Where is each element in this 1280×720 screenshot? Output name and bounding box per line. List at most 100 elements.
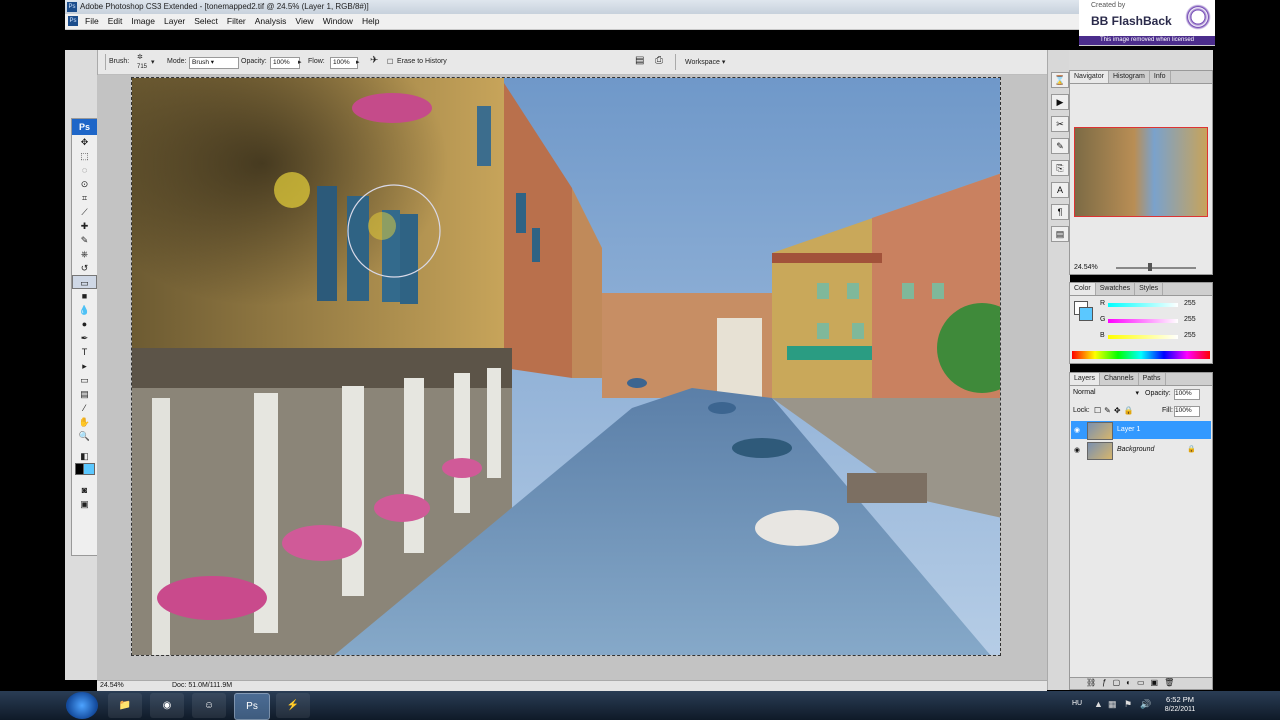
layer-row-background[interactable]: ◉ Background 🔒 (1071, 441, 1211, 460)
navigator-thumbnail[interactable] (1074, 127, 1208, 217)
crop-icon[interactable]: ⌗ (72, 191, 97, 205)
menu-analysis[interactable]: Analysis (255, 16, 287, 26)
eyedropper-icon[interactable]: ⁄ (72, 401, 97, 415)
type-icon[interactable]: T (72, 345, 97, 359)
tab-color[interactable]: Color (1070, 283, 1096, 295)
menu-layer[interactable]: Layer (164, 16, 185, 26)
firefox-taskbar-icon[interactable]: ◉ (150, 693, 184, 718)
menu-image[interactable]: Image (131, 16, 155, 26)
navigator-slider-thumb[interactable] (1148, 263, 1152, 271)
background-color[interactable] (1079, 307, 1093, 321)
zoom-icon[interactable]: 🔍 (72, 429, 97, 443)
brush-icon[interactable]: ✎ (72, 233, 97, 247)
tab-navigator[interactable]: Navigator (1070, 71, 1109, 83)
photoshop-taskbar-icon[interactable]: Ps (234, 693, 270, 720)
color-ramp[interactable] (1072, 351, 1210, 359)
tab-info[interactable]: Info (1150, 71, 1171, 83)
path-select-icon[interactable]: ▸ (72, 359, 97, 373)
zoom-readout[interactable]: 24.54% (100, 682, 124, 689)
history-brush-icon[interactable]: ↺ (72, 261, 97, 275)
gradient-icon[interactable]: ■ (72, 289, 97, 303)
messenger-taskbar-icon[interactable]: ☺ (192, 693, 226, 718)
brush-preset-picker[interactable]: ✲ (137, 53, 143, 61)
clock-date[interactable]: 8/22/2011 (1157, 706, 1203, 713)
tab-paths[interactable]: Paths (1139, 373, 1166, 385)
tool-presets-icon[interactable]: ✂ (1051, 116, 1069, 132)
chevron-right-icon[interactable]: ▸ (356, 58, 360, 66)
navigator-zoom-slider[interactable] (1116, 267, 1196, 269)
tab-layers[interactable]: Layers (1070, 373, 1101, 385)
flow-input[interactable]: 100% (330, 57, 358, 69)
paragraph-icon[interactable]: ¶ (1051, 204, 1069, 220)
healing-icon[interactable]: ✚ (72, 219, 97, 233)
brushes-icon[interactable]: ✎ (1051, 138, 1069, 154)
lasso-icon[interactable]: ◌ (72, 163, 97, 177)
tab-histogram[interactable]: Histogram (1109, 71, 1150, 83)
doc-size[interactable]: Doc: 51.0M/111.9M (172, 682, 232, 689)
quick-mask-icon[interactable]: ◙ (72, 483, 97, 497)
stamp-icon[interactable]: ⎈ (72, 247, 97, 261)
mode-select[interactable]: Brush ▾ (189, 57, 239, 69)
color-swatches-icon[interactable] (72, 463, 97, 483)
menu-view[interactable]: View (295, 16, 313, 26)
erase-history-checkbox[interactable]: ☐ (387, 58, 393, 66)
workspace-menu[interactable]: Workspace ▾ (685, 58, 725, 66)
blend-mode-select[interactable]: Normal ▾ (1073, 389, 1139, 399)
layer-opacity-input[interactable]: 100% (1174, 389, 1200, 400)
r-value[interactable]: 255 (1184, 300, 1196, 307)
menu-window[interactable]: Window (323, 16, 353, 26)
menu-filter[interactable]: Filter (227, 16, 246, 26)
eraser-icon[interactable]: ▭ (72, 275, 97, 289)
chevron-right-icon[interactable]: ▸ (298, 58, 302, 66)
opacity-input[interactable]: 100% (270, 57, 300, 69)
dodge-icon[interactable]: ● (72, 317, 97, 331)
g-value[interactable]: 255 (1184, 316, 1196, 323)
actions-icon[interactable]: ▶ (1051, 94, 1069, 110)
default-colors-icon[interactable]: ◧ (72, 449, 97, 463)
network-icon[interactable]: ▦ (1108, 699, 1117, 710)
document-icon[interactable]: ▤ (635, 55, 644, 66)
menu-edit[interactable]: Edit (108, 16, 123, 26)
b-slider[interactable] (1108, 335, 1178, 339)
screen-mode-icon[interactable]: ▣ (72, 497, 97, 511)
language-indicator[interactable]: HU (1072, 700, 1082, 707)
menu-file[interactable]: File (85, 16, 99, 26)
clock-time[interactable]: 6:52 PM (1160, 695, 1200, 704)
layer-comps-icon[interactable]: ▤ (1051, 226, 1069, 242)
g-slider[interactable] (1108, 319, 1178, 323)
menu-help[interactable]: Help (362, 16, 379, 26)
camera-icon[interactable]: ⎙ (655, 55, 663, 66)
character-icon[interactable]: A (1051, 182, 1069, 198)
marquee-icon[interactable]: ⬚ (72, 149, 97, 163)
lock-icons[interactable]: ☐✎✥🔒 (1094, 406, 1137, 415)
layer-row-layer-1[interactable]: ◉ Layer 1 (1071, 421, 1211, 440)
fill-input[interactable]: 100% (1174, 406, 1200, 417)
tray-expand-icon[interactable]: ▲ (1094, 699, 1103, 709)
slice-icon[interactable]: ⟋ (72, 205, 97, 219)
flag-icon[interactable]: ⚑ (1124, 699, 1132, 710)
image-canvas[interactable] (131, 77, 1001, 656)
airbrush-icon[interactable]: ✈ (370, 55, 378, 66)
tab-styles[interactable]: Styles (1135, 283, 1164, 295)
pen-icon[interactable]: ✒ (72, 331, 97, 345)
volume-icon[interactable]: 🔊 (1140, 699, 1151, 710)
blur-icon[interactable]: 💧 (72, 303, 97, 317)
start-button[interactable] (66, 692, 98, 719)
hand-icon[interactable]: ✋ (72, 415, 97, 429)
history-icon[interactable]: ⌛ (1051, 72, 1069, 88)
notes-icon[interactable]: ▤ (72, 387, 97, 401)
move-icon[interactable]: ✥ (72, 135, 97, 149)
tab-channels[interactable]: Channels (1100, 373, 1139, 385)
b-value[interactable]: 255 (1184, 332, 1196, 339)
tab-swatches[interactable]: Swatches (1096, 283, 1136, 295)
eye-icon[interactable]: ◉ (1074, 426, 1080, 434)
shape-icon[interactable]: ▭ (72, 373, 97, 387)
layers-footer-buttons[interactable]: ⛓ƒ▢◐▭▣🗑 (1070, 677, 1212, 689)
r-slider[interactable] (1108, 303, 1178, 307)
clone-source-icon[interactable]: ⎘ (1051, 160, 1069, 176)
eye-icon[interactable]: ◉ (1074, 446, 1080, 454)
menu-select[interactable]: Select (194, 16, 218, 26)
document-icon[interactable]: Ps (68, 16, 78, 26)
quick-select-icon[interactable]: ⊙ (72, 177, 97, 191)
explorer-taskbar-icon[interactable]: 📁 (108, 693, 142, 718)
